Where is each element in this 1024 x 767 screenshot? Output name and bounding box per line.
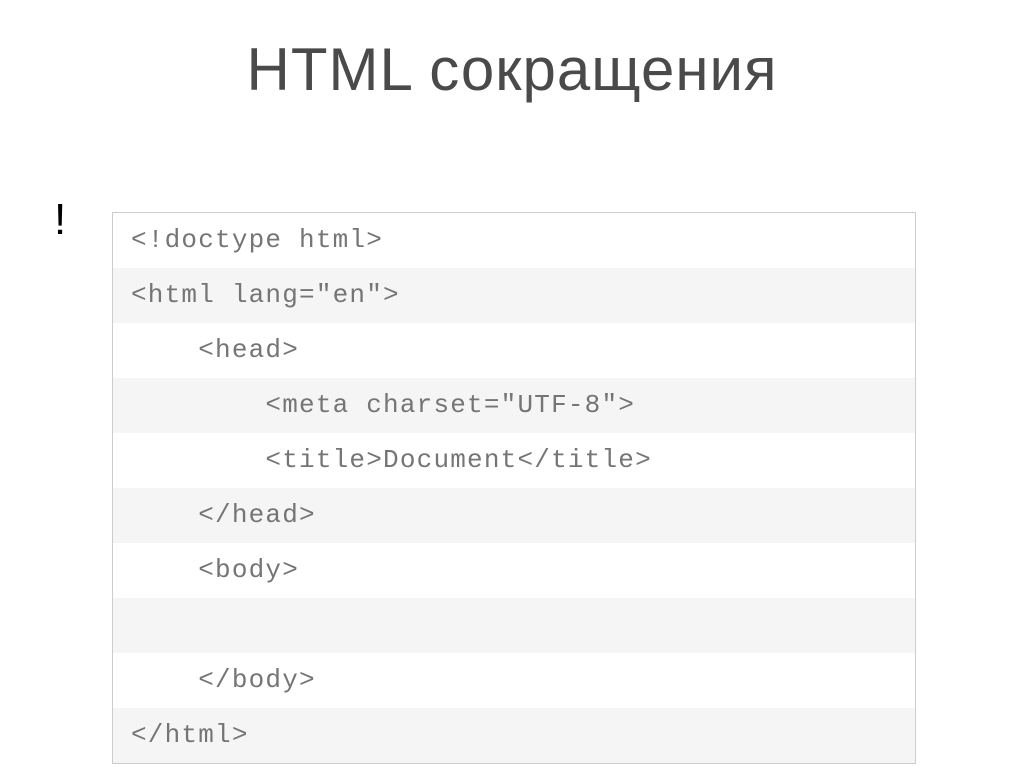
code-line: <head> [113, 323, 915, 378]
slide-title: HTML сокращения [0, 0, 1024, 104]
code-line [113, 598, 915, 653]
shortcut-trigger-label: ! [54, 195, 66, 245]
code-line: </head> [113, 488, 915, 543]
code-line: </body> [113, 653, 915, 708]
code-line: </html> [113, 708, 915, 763]
code-line: <meta charset="UTF-8"> [113, 378, 915, 433]
code-line: <html lang="en"> [113, 268, 915, 323]
code-snippet-panel: <!doctype html> <html lang="en"> <head> … [112, 212, 916, 764]
code-line: <body> [113, 543, 915, 598]
code-line: <!doctype html> [113, 213, 915, 268]
code-line: <title>Document</title> [113, 433, 915, 488]
